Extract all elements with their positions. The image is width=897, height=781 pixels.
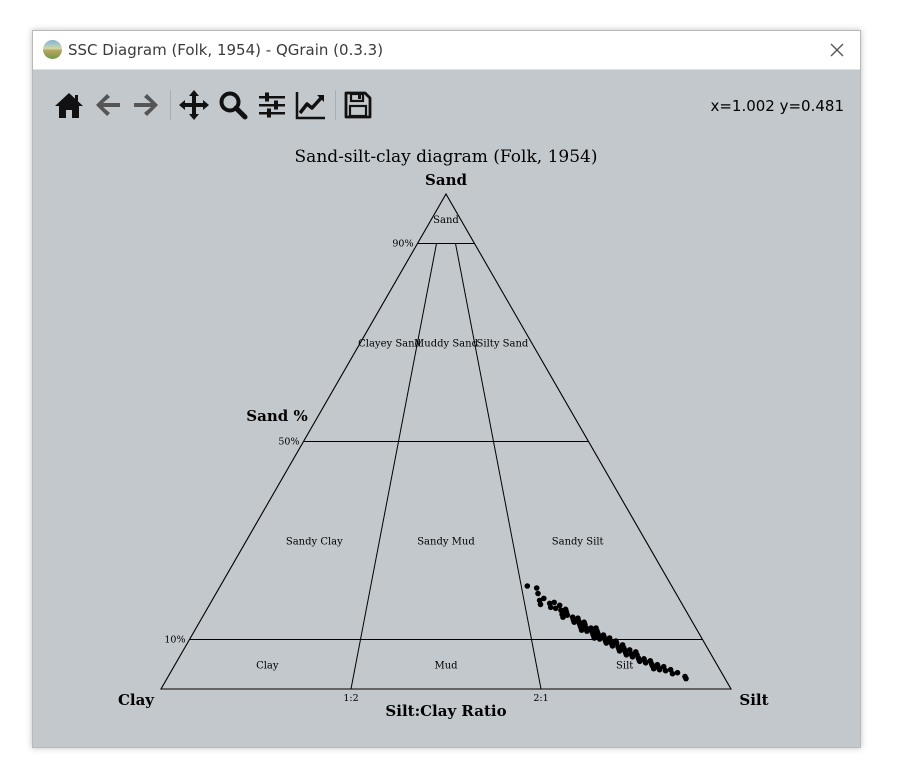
ratio-axis-label: Silt:Clay Ratio xyxy=(385,702,506,720)
data-point xyxy=(623,652,630,658)
home-icon xyxy=(55,93,83,118)
data-point xyxy=(547,604,554,611)
data-point xyxy=(608,639,615,646)
sand-tick-label: 10% xyxy=(164,635,185,646)
ratio-tick-label: 2:1 xyxy=(533,693,548,704)
toolbar-separator xyxy=(335,90,336,120)
region-label: Sandy Clay xyxy=(286,537,343,548)
pan-button[interactable] xyxy=(178,89,210,121)
data-point xyxy=(541,595,547,602)
home-button[interactable] xyxy=(53,89,85,121)
vertex-label-sand: Sand xyxy=(425,171,467,189)
data-point xyxy=(556,602,563,609)
region-label: Sandy Mud xyxy=(417,537,475,548)
region-label: Silty Sand xyxy=(477,339,529,350)
region-label: Sandy Silt xyxy=(552,537,604,548)
data-point xyxy=(591,635,598,641)
chart-title: Sand-silt-clay diagram (Folk, 1954) xyxy=(295,147,598,167)
data-point xyxy=(662,667,669,674)
title-bar: SSC Diagram (Folk, 1954) - QGrain (0.3.3… xyxy=(33,31,860,70)
edit-axis-button[interactable] xyxy=(295,89,327,121)
region-label: Muddy Sand xyxy=(414,339,479,350)
data-point xyxy=(533,585,540,591)
app-window: SSC Diagram (Folk, 1954) - QGrain (0.3.3… xyxy=(32,30,861,748)
region-label: Mud xyxy=(434,660,458,671)
move-icon xyxy=(179,90,209,120)
data-point xyxy=(683,675,689,682)
line-chart-icon xyxy=(295,92,325,120)
window-title: SSC Diagram (Folk, 1954) - QGrain (0.3.3… xyxy=(68,41,384,59)
floppy-disk-icon xyxy=(344,91,372,119)
data-point xyxy=(621,647,628,653)
data-point xyxy=(551,599,557,606)
data-point xyxy=(616,648,623,654)
forward-button[interactable] xyxy=(130,89,162,121)
ratio-tick-label: 1:2 xyxy=(343,693,358,704)
sand-axis-label: Sand % xyxy=(246,407,307,425)
toolbar-separator xyxy=(170,90,171,120)
region-label: Clay xyxy=(256,660,279,671)
arrow-left-icon xyxy=(96,94,120,116)
vertex-label-clay: Clay xyxy=(118,691,155,709)
data-point xyxy=(669,670,676,677)
sliders-icon xyxy=(259,92,285,118)
qgrain-logo-icon xyxy=(43,40,62,59)
close-icon xyxy=(830,43,844,57)
ternary-plot[interactable]: 90% 50% 10% 1:2 2:1 Sand Clayey SandMuddy Sand… xyxy=(33,140,860,745)
data-point xyxy=(560,614,566,620)
data-point xyxy=(535,590,541,597)
data-point xyxy=(569,614,576,620)
region-label: Sand xyxy=(433,215,459,226)
data-point xyxy=(571,619,577,625)
data-point xyxy=(524,583,531,589)
configure-subplots-button[interactable] xyxy=(256,89,288,121)
data-point xyxy=(581,619,587,625)
ratio-boundary-line xyxy=(455,243,542,690)
sand-tick-label: 90% xyxy=(392,239,413,250)
data-point xyxy=(650,665,657,672)
data-point xyxy=(578,627,585,633)
region-label: Clayey Sand xyxy=(358,339,421,350)
data-point xyxy=(563,608,569,615)
close-button[interactable] xyxy=(822,35,852,65)
vertex-label-silt: Silt xyxy=(739,691,768,709)
ratio-boundary-line xyxy=(350,243,437,690)
data-point xyxy=(656,666,663,673)
zoom-button[interactable] xyxy=(217,89,249,121)
data-point xyxy=(537,601,544,608)
back-button[interactable] xyxy=(92,89,124,121)
navigation-toolbar: x=1.002 y=0.481 xyxy=(33,70,860,140)
data-point xyxy=(602,638,609,645)
data-point xyxy=(629,654,636,660)
data-point xyxy=(636,656,642,663)
region-label: Silt xyxy=(616,660,633,671)
arrow-right-icon xyxy=(134,94,158,116)
cursor-coordinates: x=1.002 y=0.481 xyxy=(710,97,844,115)
save-button[interactable] xyxy=(342,89,374,121)
data-point xyxy=(642,660,649,666)
sand-tick-label: 50% xyxy=(278,437,299,448)
data-point xyxy=(576,618,582,624)
magnifier-icon xyxy=(219,91,248,120)
data-point xyxy=(674,669,681,676)
data-point xyxy=(593,625,599,631)
